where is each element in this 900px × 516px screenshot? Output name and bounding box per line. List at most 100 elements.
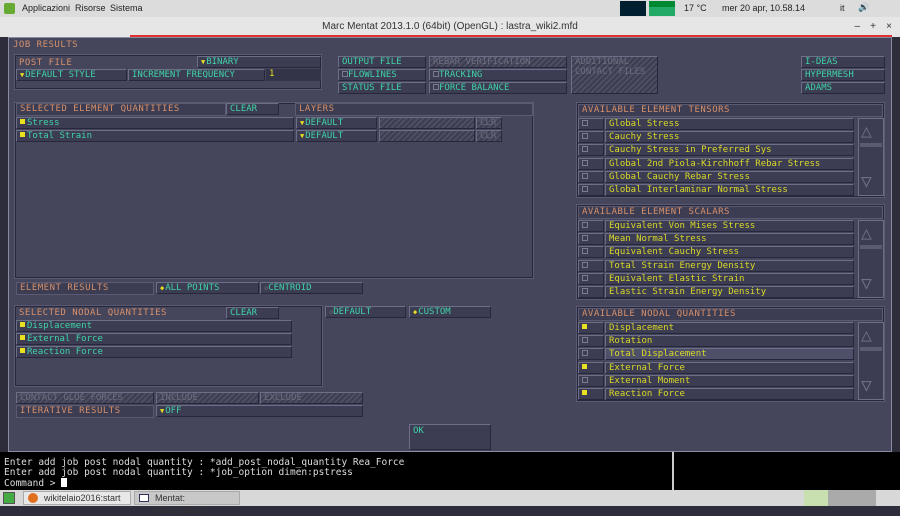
- scroll-down-icon[interactable]: ▽: [861, 171, 872, 193]
- item-checkbox[interactable]: [578, 348, 604, 361]
- clear-element-button[interactable]: CLEAR: [226, 103, 279, 115]
- keyboard-layout[interactable]: it: [840, 3, 845, 13]
- scroll-up-icon[interactable]: △: [861, 223, 872, 245]
- scrollbar-thumb[interactable]: [860, 347, 882, 351]
- available-item[interactable]: Global Stress: [578, 118, 856, 130]
- item-label[interactable]: Displacement: [605, 322, 854, 334]
- layer-dropdown[interactable]: ▼DEFAULT: [296, 130, 377, 142]
- all-points-radio[interactable]: ◆ALL POINTS: [156, 282, 259, 294]
- item-label[interactable]: Global Interlaminar Normal Stress: [605, 184, 854, 196]
- available-item[interactable]: Global Cauchy Rebar Stress: [578, 170, 856, 183]
- layer-dropdown[interactable]: ▼DEFAULT: [296, 117, 377, 129]
- maximize-button[interactable]: +: [870, 17, 876, 37]
- minimize-button[interactable]: –: [854, 17, 860, 37]
- selected-nodal-item[interactable]: Reaction Force: [16, 346, 292, 358]
- flowlines-toggle[interactable]: FLOWLINES: [338, 69, 426, 81]
- item-label[interactable]: Global Cauchy Rebar Stress: [605, 170, 854, 183]
- status-file-button[interactable]: STATUS FILE: [338, 82, 426, 94]
- item-label[interactable]: External Force: [605, 361, 854, 374]
- available-item[interactable]: Cauchy Stress in Preferred Sys: [578, 144, 856, 157]
- available-item[interactable]: Cauchy Stress: [578, 131, 856, 144]
- available-item[interactable]: Total Strain Energy Density: [578, 259, 856, 272]
- item-checkbox[interactable]: [578, 131, 604, 144]
- item-label[interactable]: Total Strain Energy Density: [605, 259, 854, 272]
- selected-element-item[interactable]: Stress: [16, 117, 294, 129]
- item-label[interactable]: Global 2nd Piola-Kirchhoff Rebar Stress: [605, 157, 854, 170]
- ok-button[interactable]: OK: [409, 424, 491, 450]
- post-file-format-dropdown[interactable]: ▼BINARY: [197, 56, 321, 68]
- item-checkbox[interactable]: [578, 118, 604, 130]
- increment-frequency-button[interactable]: INCREMENT FREQUENCY: [128, 69, 265, 81]
- export-hypermesh-button[interactable]: HYPERMESH: [801, 69, 885, 81]
- nodal-default-radio[interactable]: ◇DEFAULT: [325, 306, 406, 318]
- scrollbar-thumb[interactable]: [860, 143, 882, 147]
- centroid-radio[interactable]: ◇CENTROID: [260, 282, 363, 294]
- item-label[interactable]: Equivalent Von Mises Stress: [605, 220, 854, 232]
- workspace-3[interactable]: [852, 490, 876, 506]
- available-item[interactable]: Mean Normal Stress: [578, 233, 856, 246]
- volume-icon[interactable]: 🔊: [858, 2, 869, 13]
- command-console[interactable]: Enter add job post nodal quantity : *add…: [0, 452, 672, 490]
- item-checkbox[interactable]: [578, 272, 604, 285]
- clear-nodal-button[interactable]: CLEAR: [226, 307, 279, 319]
- output-file-button[interactable]: OUTPUT FILE: [338, 56, 426, 68]
- item-checkbox[interactable]: [578, 144, 604, 157]
- scroll-down-icon[interactable]: ▽: [861, 273, 872, 295]
- selected-element-item[interactable]: Total Strain: [16, 130, 294, 142]
- available-item[interactable]: Displacement: [578, 322, 856, 334]
- tracking-toggle[interactable]: TRACKING: [429, 69, 567, 81]
- item-checkbox[interactable]: [578, 361, 604, 374]
- item-checkbox[interactable]: [578, 233, 604, 246]
- item-label[interactable]: Total Displacement: [605, 348, 854, 361]
- iterative-results-dropdown[interactable]: ▼OFF: [156, 405, 363, 417]
- item-checkbox[interactable]: [578, 246, 604, 259]
- scroll-up-icon[interactable]: △: [861, 121, 872, 143]
- available-item[interactable]: Equivalent Elastic Strain: [578, 272, 856, 285]
- item-label[interactable]: Global Stress: [605, 118, 854, 130]
- weather[interactable]: 17 °C: [684, 3, 707, 13]
- export-adams-button[interactable]: ADAMS: [801, 82, 885, 94]
- item-label[interactable]: Equivalent Elastic Strain: [605, 272, 854, 285]
- available-item[interactable]: External Force: [578, 361, 856, 374]
- item-checkbox[interactable]: [578, 388, 604, 400]
- available-item[interactable]: Total Displacement: [578, 348, 856, 361]
- workspace-2[interactable]: [828, 490, 852, 506]
- item-label[interactable]: Rotation: [605, 335, 854, 348]
- selected-nodal-item[interactable]: Displacement: [16, 320, 292, 332]
- item-checkbox[interactable]: [578, 170, 604, 183]
- menu-applicazioni[interactable]: Applicazioni: [22, 3, 70, 13]
- nodal-custom-radio[interactable]: ◆CUSTOM: [409, 306, 491, 318]
- task-mentat[interactable]: Mentat: lastra_wiki2....: [134, 491, 240, 515]
- available-item[interactable]: Global 2nd Piola-Kirchhoff Rebar Stress: [578, 157, 856, 170]
- force-balance-toggle[interactable]: FORCE BALANCE: [429, 82, 567, 94]
- close-button[interactable]: ×: [886, 17, 892, 37]
- workspace-1[interactable]: [804, 490, 828, 506]
- menu-sistema[interactable]: Sistema: [110, 3, 143, 13]
- list-scrollbar[interactable]: △ ▽: [858, 220, 884, 298]
- available-item[interactable]: Equivalent Von Mises Stress: [578, 220, 856, 232]
- scrollbar-thumb[interactable]: [860, 245, 882, 249]
- menu-risorse[interactable]: Risorse: [75, 3, 106, 13]
- available-item[interactable]: External Moment: [578, 374, 856, 387]
- item-label[interactable]: Elastic Strain Energy Density: [605, 286, 854, 298]
- show-desktop-icon[interactable]: [3, 492, 15, 504]
- export-ideas-button[interactable]: I-DEAS: [801, 56, 885, 68]
- mint-menu-icon[interactable]: [4, 3, 15, 14]
- available-item[interactable]: Equivalent Cauchy Stress: [578, 246, 856, 259]
- list-scrollbar[interactable]: △ ▽: [858, 118, 884, 196]
- item-checkbox[interactable]: [578, 374, 604, 387]
- increment-frequency-input[interactable]: 1: [266, 69, 321, 81]
- clock[interactable]: mer 20 apr, 10.58.14: [722, 3, 805, 13]
- item-label[interactable]: Reaction Force: [605, 388, 854, 400]
- available-item[interactable]: Global Interlaminar Normal Stress: [578, 184, 856, 196]
- item-label[interactable]: Cauchy Stress: [605, 131, 854, 144]
- task-firefox[interactable]: wikitelaio2016:start ...: [23, 491, 131, 515]
- command-input[interactable]: Command >: [4, 478, 668, 489]
- item-checkbox[interactable]: [578, 259, 604, 272]
- scroll-up-icon[interactable]: △: [861, 325, 872, 347]
- available-item[interactable]: Reaction Force: [578, 388, 856, 400]
- item-label[interactable]: Mean Normal Stress: [605, 233, 854, 246]
- item-checkbox[interactable]: [578, 286, 604, 298]
- list-scrollbar[interactable]: △ ▽: [858, 322, 884, 400]
- item-checkbox[interactable]: [578, 184, 604, 196]
